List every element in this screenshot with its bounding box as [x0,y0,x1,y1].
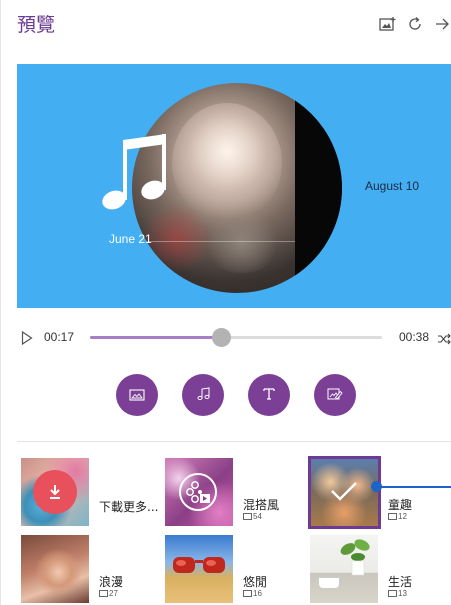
image-icon [129,386,145,405]
music-icon [196,386,210,405]
theme-romantic[interactable]: 浪漫 27 [21,535,161,605]
total-time: 00:38 [399,330,430,344]
video-preview[interactable]: June 21 August 10 [17,64,451,308]
theme-label: 混搭風 [243,498,280,512]
theme-mix-style[interactable]: 混搭風 54 [165,458,305,528]
shuffle-icon[interactable] [437,330,451,349]
theme-thumbnail [21,458,89,526]
theme-label: 浪漫 [99,575,124,589]
progress-slider[interactable] [90,328,382,347]
photo-count: 12 [388,512,407,521]
refresh-icon[interactable] [405,14,425,34]
edit-media-icon [327,386,343,405]
photo-count: 27 [99,589,118,598]
theme-label: 下載更多... [99,500,159,514]
text-button[interactable] [248,374,290,416]
theme-label: 生活 [388,575,413,589]
preview-screen: 預覽 June 21 August 10 00:17 00:38 下載更多...… [0,0,451,605]
progress-thumb[interactable] [212,328,232,347]
divider [17,441,451,442]
photo-count-icon [243,513,252,520]
photo-count: 16 [243,589,262,598]
theme-thumbnail [165,458,233,526]
selection-indicator-dot [371,481,382,492]
header: 預覽 [1,0,451,50]
theme-leisure[interactable]: 悠閒 16 [165,535,305,605]
photo-count-icon [388,513,397,520]
edit-media-button[interactable] [314,374,356,416]
theme-label: 悠閒 [243,575,268,589]
theme-label: 童趣 [388,498,413,512]
photo-count-icon [388,590,397,597]
film-reel-icon [179,473,217,511]
forward-arrow-icon[interactable] [432,14,451,34]
theme-thumbnail [310,535,378,603]
play-icon[interactable] [21,330,33,349]
progress-fill [90,336,222,339]
add-photo-icon[interactable] [378,14,398,34]
theme-thumbnail [165,535,233,603]
sunglasses-icon [171,555,227,581]
photo-count-icon [99,590,108,597]
selection-indicator-line [373,486,451,488]
selected-frame [308,456,381,529]
theme-download-more[interactable]: 下載更多... [21,458,161,528]
date-label-start: June 21 [109,232,152,246]
image-button[interactable] [116,374,158,416]
photo-count: 54 [243,512,262,521]
photo-count: 13 [388,589,407,598]
music-button[interactable] [182,374,224,416]
playback-bar: 00:17 00:38 [17,322,451,352]
text-icon [262,386,276,405]
music-note-icon [99,132,169,216]
date-label-end: August 10 [365,179,420,193]
photo-count-icon [243,590,252,597]
theme-life[interactable]: 生活 13 [310,535,450,605]
page-title: 預覽 [17,14,56,36]
theme-childlike[interactable]: 童趣 12 [308,456,450,529]
download-icon [33,470,77,514]
plant-icon [338,537,376,581]
current-time: 00:17 [44,330,75,344]
edit-actions [1,374,451,418]
cup-icon [318,577,340,589]
theme-thumbnail [21,535,89,603]
